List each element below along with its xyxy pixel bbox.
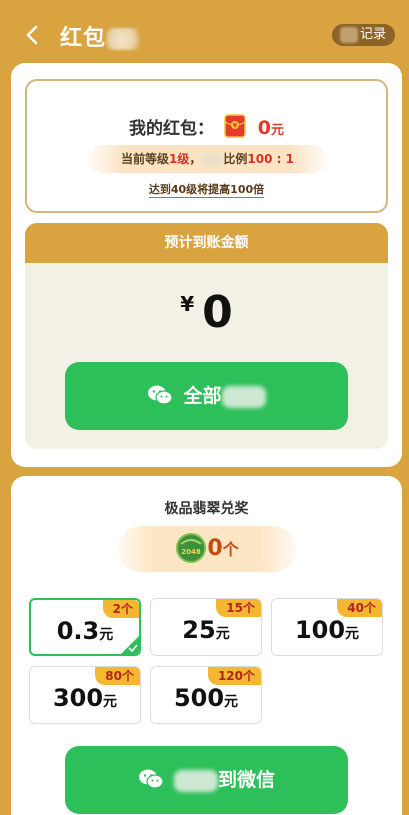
record-button[interactable]: 记录 xyxy=(331,24,395,46)
currency-symbol: ¥ xyxy=(180,292,195,316)
wechat-icon xyxy=(138,769,164,789)
wechat-icon xyxy=(148,385,174,405)
level-upgrade-link[interactable]: 达到40级将提高100倍 xyxy=(27,181,386,198)
option-amount: 0.3 xyxy=(56,617,100,645)
obscured-ratio-text xyxy=(201,152,224,167)
obscured-button-text xyxy=(173,769,218,792)
option-unit: 元 xyxy=(103,694,118,710)
obscured-title-text xyxy=(106,28,147,50)
jade-count: 0 xyxy=(207,536,223,561)
page-title-text: 红包 xyxy=(60,26,107,51)
jade-icon-text: 2048 xyxy=(182,548,202,556)
withdraw-all-label: 全部 xyxy=(183,385,222,407)
red-packet-icon: ¥ xyxy=(224,114,246,138)
red-packet-amount: 0 xyxy=(257,117,272,139)
option-0-3-yuan[interactable]: 2个 0.3元 xyxy=(29,598,141,656)
ratio-value: 100 : 1 xyxy=(247,152,294,166)
option-value: 300元 xyxy=(30,684,140,712)
jade-unit: 个 xyxy=(222,540,239,559)
estimate-header: 预计到账金额 xyxy=(25,223,388,263)
withdraw-to-wechat-label: 到微信 xyxy=(217,769,275,791)
option-unit: 元 xyxy=(215,626,230,642)
option-cost-badge: 40个 xyxy=(337,599,382,617)
header: 红包 记录 xyxy=(0,0,409,70)
jade-exchange-title: 极品翡翠兑奖 xyxy=(164,501,249,517)
option-unit: 元 xyxy=(345,626,360,642)
jade-icon: 2048 xyxy=(176,533,207,563)
level-separator: ， xyxy=(189,152,202,166)
option-amount: 25 xyxy=(182,616,216,644)
balance-panel: 我的红包： ¥ 0元 当前等级1级， 比例100 : 1 达到40级将提高100倍… xyxy=(11,63,402,467)
level-ratio-bar: 当前等级1级， 比例100 : 1 xyxy=(89,145,326,173)
option-cost-badge: 120个 xyxy=(207,667,261,685)
estimate-box: 预计到账金额 ¥0 全部 xyxy=(25,223,388,449)
level-prefix: 当前等级 xyxy=(121,152,170,166)
option-100-yuan[interactable]: 40个 100元 xyxy=(271,598,383,656)
record-label: 记录 xyxy=(359,27,386,42)
option-value: 25元 xyxy=(151,616,261,644)
obscured-record-text xyxy=(339,27,358,43)
option-cost-badge: 15个 xyxy=(216,599,261,617)
option-amount: 500 xyxy=(173,684,225,712)
withdraw-to-wechat-button[interactable]: 到微信 xyxy=(65,746,348,814)
selected-check-icon xyxy=(121,636,139,654)
jade-count-pill: 2048 0个 xyxy=(118,526,296,572)
page-title: 红包 xyxy=(60,20,147,52)
option-25-yuan[interactable]: 15个 25元 xyxy=(150,598,262,656)
level-value: 1级 xyxy=(169,152,190,166)
obscured-button-text xyxy=(221,385,266,408)
estimate-amount: ¥0 xyxy=(25,287,388,338)
option-amount: 300 xyxy=(52,684,104,712)
option-cost-badge: 2个 xyxy=(102,600,139,618)
back-arrow-icon[interactable] xyxy=(22,24,44,46)
balance-info-box: 我的红包： ¥ 0元 当前等级1级， 比例100 : 1 达到40级将提高100倍 xyxy=(25,79,388,213)
option-500-yuan[interactable]: 120个 500元 xyxy=(150,666,262,724)
red-packet-unit: 元 xyxy=(271,123,285,138)
my-red-packet-label: 我的红包： xyxy=(128,119,214,139)
option-unit: 元 xyxy=(99,627,114,643)
my-red-packet-row: 我的红包： ¥ 0元 xyxy=(27,113,386,139)
option-cost-badge: 80个 xyxy=(95,667,140,685)
ratio-prefix: 比例 xyxy=(223,152,248,166)
withdraw-all-button[interactable]: 全部 xyxy=(65,362,348,430)
option-value: 500元 xyxy=(151,684,261,712)
option-amount: 100 xyxy=(294,616,346,644)
level-upgrade-text: 达到40级将提高100倍 xyxy=(148,183,265,198)
option-value: 100元 xyxy=(272,616,382,644)
estimate-value: 0 xyxy=(202,287,233,338)
jade-exchange-panel: 极品翡翠兑奖 2048 0个 2个 0.3元 15个 25元 40个 100元 … xyxy=(11,476,402,815)
option-300-yuan[interactable]: 80个 300元 xyxy=(29,666,141,724)
option-unit: 元 xyxy=(224,694,239,710)
